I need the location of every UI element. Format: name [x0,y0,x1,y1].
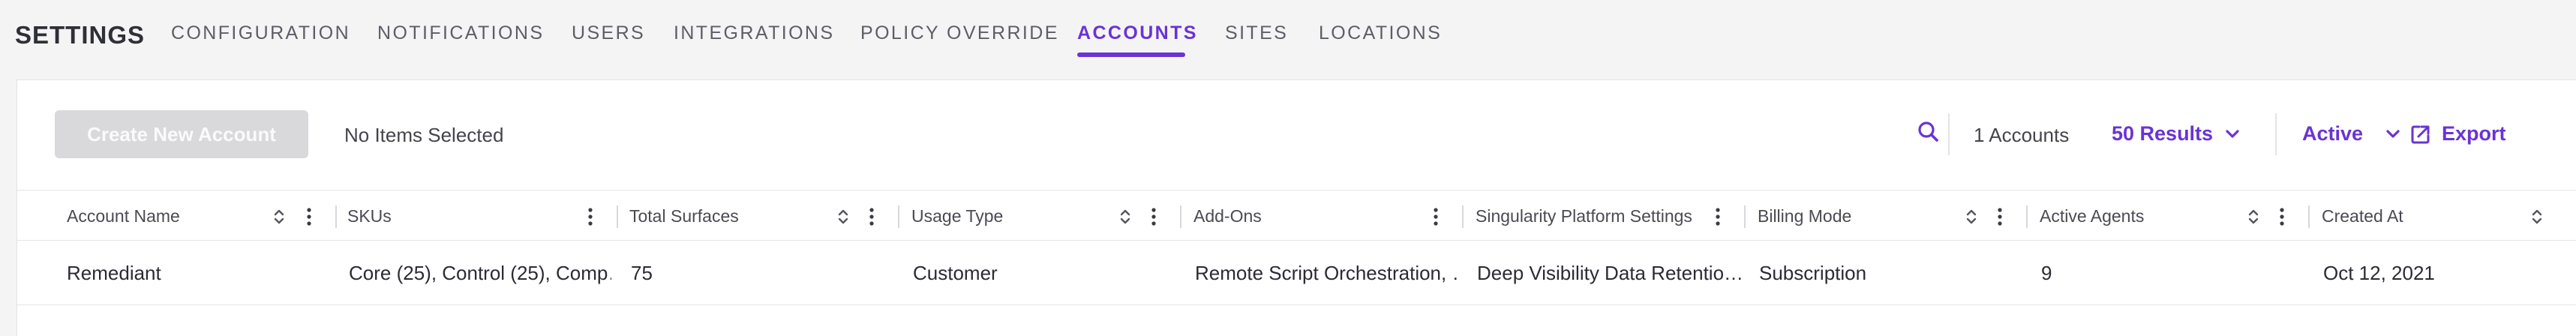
settings-header: SETTINGS CONFIGURATION NOTIFICATIONS USE… [0,0,2576,75]
column-header-created-at[interactable]: Created At [2322,190,2403,242]
sort-icon[interactable] [2247,207,2260,226]
cell-account-name[interactable]: Remediant [67,241,322,305]
column-divider[interactable] [1744,206,1746,228]
active-tab-indicator [1077,52,1185,57]
cell-active-agents: 9 [2041,261,2052,284]
column-header-usage-type[interactable]: Usage Type [911,190,1003,242]
column-menu-icon[interactable] [587,207,594,226]
accounts-count: 1 Accounts [1974,124,2070,146]
column-label: Created At [2322,206,2403,226]
accounts-panel: Create New Account No Items Selected 1 A… [17,80,2576,336]
column-header-singularity-platform-settings[interactable]: Singularity Platform Settings [1476,190,1692,242]
column-header-account-name[interactable]: Account Name [67,190,180,242]
column-divider[interactable] [617,206,618,228]
cell-add-ons: Remote Script Orchestration, … [1195,261,1461,284]
column-label: Account Name [67,206,180,226]
export-button[interactable]: Export [2410,122,2506,146]
toolbar-divider [1948,113,1950,155]
table-header: Account Name SKUs Total Surfaces Usage T… [17,190,2576,241]
tab-notifications[interactable]: NOTIFICATIONS [377,22,544,44]
column-label: SKUs [347,206,392,226]
column-menu-icon[interactable] [868,207,875,226]
results-label: 50 Results [2112,122,2214,145]
column-label: Usage Type [911,206,1004,226]
column-label: Total Surfaces [629,206,739,226]
column-menu-icon[interactable] [1432,207,1440,226]
results-per-page-dropdown[interactable]: 50 Results [2112,122,2240,146]
column-label: Add-Ons [1193,206,1262,226]
tab-integrations[interactable]: INTEGRATIONS [674,22,834,44]
status-filter-label: Active [2302,122,2364,145]
sort-icon[interactable] [1118,207,1132,226]
column-menu-icon[interactable] [305,207,313,226]
tab-accounts[interactable]: ACCOUNTS [1077,22,1198,44]
tab-locations[interactable]: LOCATIONS [1319,22,1442,44]
column-menu-icon[interactable] [1996,207,2004,226]
export-label: Export [2442,122,2506,145]
cell-usage-type: Customer [913,261,998,284]
tab-configuration[interactable]: CONFIGURATION [171,22,350,44]
column-menu-icon[interactable] [2278,207,2286,226]
tab-sites[interactable]: SITES [1225,22,1288,44]
column-header-active-agents[interactable]: Active Agents [2040,190,2144,242]
selection-status: No Items Selected [344,124,504,146]
column-divider[interactable] [1462,206,1464,228]
cell-created-at: Oct 12, 2021 [2323,261,2435,284]
create-new-account-button[interactable]: Create New Account [55,110,308,158]
column-menu-icon[interactable] [1714,207,1722,226]
sort-icon[interactable] [2530,207,2544,226]
table-row[interactable]: Remediant Core (25), Control (25), Comp…… [17,241,2576,305]
column-divider[interactable] [335,206,337,228]
column-divider[interactable] [2026,206,2028,228]
sort-icon[interactable] [272,207,286,226]
column-header-add-ons[interactable]: Add-Ons [1193,190,1262,242]
export-icon [2411,125,2430,143]
tab-policy-override[interactable]: POLICY OVERRIDE [860,22,1059,44]
tab-users[interactable]: USERS [572,22,645,44]
column-divider[interactable] [2308,206,2310,228]
column-label: Billing Mode [1758,206,1852,226]
cell-skus: Core (25), Control (25), Comp… [349,261,611,284]
column-label: Active Agents [2040,206,2145,226]
cell-billing-mode: Subscription [1759,261,1867,284]
column-divider[interactable] [898,206,899,228]
cell-platform-settings: Deep Visibility Data Retentio… [1477,261,1743,284]
chevron-down-icon [2386,129,2400,138]
column-label: Singularity Platform Settings [1476,206,1692,226]
column-header-skus[interactable]: SKUs [347,190,392,242]
sort-icon[interactable] [836,207,850,226]
column-divider[interactable] [1180,206,1181,228]
column-header-total-surfaces[interactable]: Total Surfaces [629,190,739,242]
status-filter-dropdown[interactable]: Active [2302,122,2400,146]
column-header-billing-mode[interactable]: Billing Mode [1758,190,1851,242]
page-title: SETTINGS [15,21,146,49]
sort-icon[interactable] [1965,207,1978,226]
toolbar-divider [2275,113,2277,155]
search-icon[interactable] [1914,118,1944,148]
cell-total-surfaces: 75 [631,261,653,284]
chevron-down-icon [2226,129,2239,138]
column-menu-icon[interactable] [1150,207,1157,226]
